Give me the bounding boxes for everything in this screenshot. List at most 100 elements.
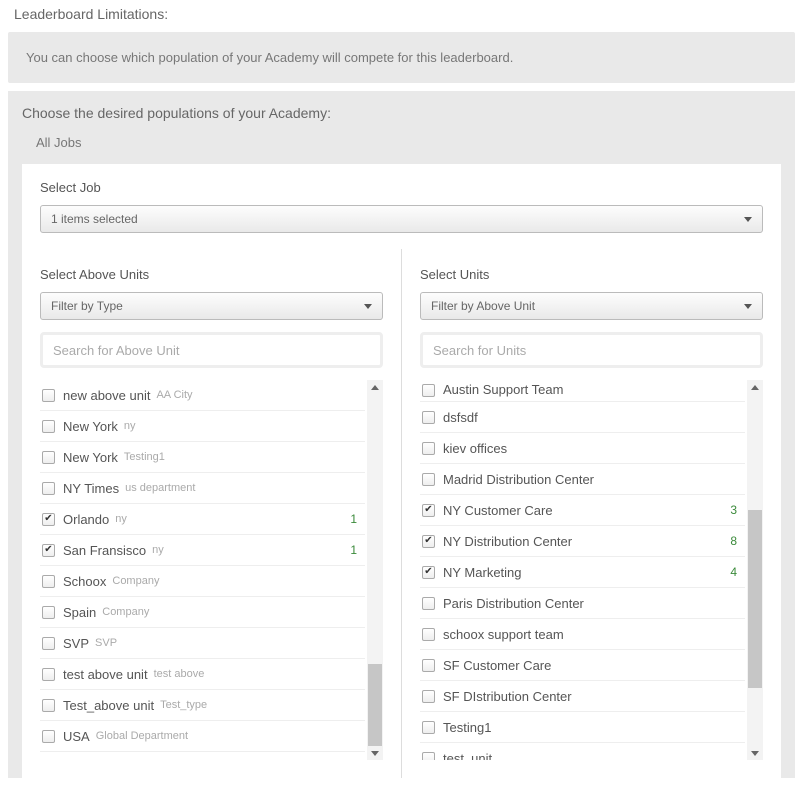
scroll-down-icon[interactable]: [747, 746, 763, 760]
checkbox-icon[interactable]: [422, 504, 435, 517]
checkbox-icon[interactable]: [422, 535, 435, 548]
list-item-secondary: ny: [152, 544, 164, 556]
checkbox-icon[interactable]: [422, 566, 435, 579]
filter-above-units-dropdown[interactable]: Filter by Type: [40, 292, 383, 320]
list-item[interactable]: SpainCompany: [40, 597, 365, 628]
checkbox-icon[interactable]: [422, 628, 435, 641]
list-item[interactable]: Schoox Company: [40, 566, 365, 597]
list-item-label: SF DIstribution Center: [443, 689, 572, 704]
list-item-secondary: us department: [125, 482, 195, 494]
list-item[interactable]: SVPSVP: [40, 628, 365, 659]
list-item-secondary: test above: [154, 668, 205, 680]
page-title: Leaderboard Limitations:: [0, 0, 803, 32]
list-item[interactable]: new above unit AA City: [40, 380, 365, 411]
list-item[interactable]: NY Marketing 4: [420, 557, 745, 588]
checkbox-icon[interactable]: [42, 513, 55, 526]
list-item[interactable]: San Fransiscony1: [40, 535, 365, 566]
list-item[interactable]: NY Customer Care3: [420, 495, 745, 526]
list-item-secondary: AA City: [156, 389, 192, 401]
list-item-label: New York: [63, 419, 118, 434]
list-item[interactable]: schoox support team: [420, 619, 745, 650]
list-item-label: Testing1: [443, 720, 491, 735]
list-item[interactable]: Testing1: [420, 712, 745, 743]
list-item[interactable]: test above unit test above: [40, 659, 365, 690]
list-item[interactable]: USAGlobal Department: [40, 721, 365, 752]
checkbox-icon[interactable]: [42, 544, 55, 557]
checkbox-icon[interactable]: [422, 411, 435, 424]
checkbox-icon[interactable]: [422, 384, 435, 397]
checkbox-icon[interactable]: [42, 637, 55, 650]
list-item[interactable]: dsfsdf: [420, 402, 745, 433]
list-item[interactable]: SF DIstribution Center: [420, 681, 745, 712]
chevron-down-icon: [744, 304, 752, 309]
checkbox-icon[interactable]: [42, 451, 55, 464]
scrollbar-thumb[interactable]: [368, 664, 382, 746]
checkbox-icon[interactable]: [422, 659, 435, 672]
select-units-label: Select Units: [420, 267, 763, 282]
above-units-scrollbar[interactable]: [367, 380, 383, 760]
list-item[interactable]: Austin Support Team: [420, 380, 745, 402]
list-item[interactable]: SF Customer Care: [420, 650, 745, 681]
search-above-unit-input[interactable]: [40, 332, 383, 368]
list-item[interactable]: Madrid Distribution Center: [420, 464, 745, 495]
list-item-label: USA: [63, 729, 90, 744]
checkbox-icon[interactable]: [42, 730, 55, 743]
select-job-label: Select Job: [40, 180, 763, 195]
checkbox-icon[interactable]: [422, 597, 435, 610]
search-units-input[interactable]: [420, 332, 763, 368]
list-item-label: Orlando: [63, 512, 109, 527]
scrollbar-thumb[interactable]: [748, 510, 762, 688]
list-item-label: new above unit: [63, 388, 150, 403]
list-item[interactable]: WalkMe above unitWalkme Above Unit: [40, 752, 365, 760]
checkbox-icon[interactable]: [42, 420, 55, 433]
checkbox-icon[interactable]: [42, 389, 55, 402]
list-item[interactable]: New YorkTesting1: [40, 442, 365, 473]
list-item-label: NY Marketing: [443, 565, 522, 580]
list-item-label: NY Distribution Center: [443, 534, 572, 549]
list-item-label: Paris Distribution Center: [443, 596, 584, 611]
list-item[interactable]: Paris Distribution Center: [420, 588, 745, 619]
choose-populations-label: Choose the desired populations of your A…: [22, 105, 781, 121]
list-item-secondary: ny: [124, 420, 136, 432]
list-item[interactable]: kiev offices: [420, 433, 745, 464]
checkbox-icon[interactable]: [42, 482, 55, 495]
units-scrollbar[interactable]: [747, 380, 763, 760]
list-item[interactable]: test_unit: [420, 743, 745, 760]
list-item-count: 1: [350, 512, 363, 526]
scroll-down-icon[interactable]: [367, 746, 383, 760]
list-item-label: Schoox: [63, 574, 106, 589]
list-item[interactable]: Test_above unitTest_type: [40, 690, 365, 721]
select-above-units-label: Select Above Units: [40, 267, 383, 282]
list-item[interactable]: NY Timesus department: [40, 473, 365, 504]
chevron-down-icon: [744, 217, 752, 222]
checkbox-icon[interactable]: [42, 699, 55, 712]
checkbox-icon[interactable]: [422, 442, 435, 455]
checkbox-icon[interactable]: [422, 690, 435, 703]
list-item[interactable]: NY Distribution Center8: [420, 526, 745, 557]
checkbox-icon[interactable]: [42, 606, 55, 619]
checkbox-icon[interactable]: [422, 473, 435, 486]
list-item-label: New York: [63, 450, 118, 465]
checkbox-icon[interactable]: [422, 721, 435, 734]
list-item-label: Spain: [63, 605, 96, 620]
description: You can choose which population of your …: [8, 32, 795, 83]
list-item[interactable]: New York ny: [40, 411, 365, 442]
list-item-secondary: ny: [115, 513, 127, 525]
scroll-up-icon[interactable]: [747, 380, 763, 394]
list-item[interactable]: Orlando ny 1: [40, 504, 365, 535]
scroll-up-icon[interactable]: [367, 380, 383, 394]
list-item-label: Austin Support Team: [443, 382, 563, 397]
filter-units-dropdown[interactable]: Filter by Above Unit: [420, 292, 763, 320]
list-item-label: test above unit: [63, 667, 148, 682]
list-item-count: 4: [730, 565, 743, 579]
list-item-label: San Fransisco: [63, 543, 146, 558]
checkbox-icon[interactable]: [422, 752, 435, 761]
select-job-dropdown[interactable]: 1 items selected: [40, 205, 763, 233]
list-item-label: SF Customer Care: [443, 658, 551, 673]
checkbox-icon[interactable]: [42, 575, 55, 588]
list-item-label: SVP: [63, 636, 89, 651]
list-item-secondary: Company: [112, 575, 159, 587]
list-item-secondary: Test_type: [160, 699, 207, 711]
list-item-label: NY Customer Care: [443, 503, 553, 518]
checkbox-icon[interactable]: [42, 668, 55, 681]
